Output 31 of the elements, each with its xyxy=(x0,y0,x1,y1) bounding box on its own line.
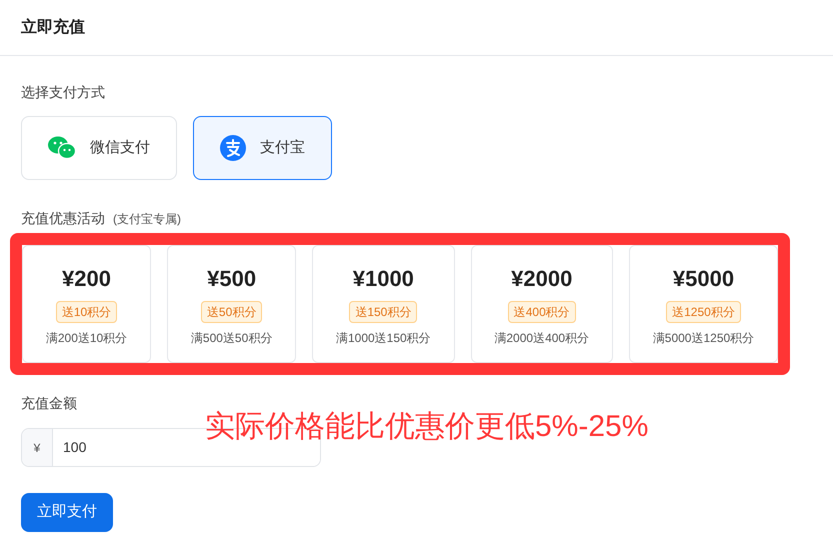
alipay-icon xyxy=(220,135,246,161)
offer-description: 满1000送150积分 xyxy=(336,330,431,346)
chat-bubbles-icon xyxy=(48,136,76,160)
price: ¥1000 xyxy=(352,264,414,292)
section-label: 选择支付方式 xyxy=(21,83,105,102)
bonus-tag: 送10积分 xyxy=(56,300,118,322)
offer-description: 满2000送400积分 xyxy=(494,330,590,346)
section-note: (支付宝专属) xyxy=(113,211,181,228)
recharge-option-card[interactable]: ¥1000 送150积分 满1000送150积分 xyxy=(312,245,455,363)
bonus-tag: 送400积分 xyxy=(508,300,576,322)
pay-button[interactable]: 立即支付 xyxy=(21,493,113,532)
section-label: 充值优惠活动 xyxy=(21,209,105,228)
offer-description: 满5000送1250积分 xyxy=(652,330,754,346)
price: ¥500 xyxy=(207,264,256,292)
section-label: 充值金额 xyxy=(21,394,77,413)
offer-description: 满200送10积分 xyxy=(46,330,128,346)
bonus-tag: 送50积分 xyxy=(200,300,262,322)
price: ¥2000 xyxy=(511,264,572,292)
bonus-tag: 送1250积分 xyxy=(666,300,741,322)
payment-method-button[interactable]: 支付宝 xyxy=(193,116,332,180)
offer-description: 满500送50积分 xyxy=(190,330,272,346)
page-title: 立即充值 xyxy=(21,17,85,38)
recharge-option-card[interactable]: ¥500 送50积分 满500送50积分 xyxy=(167,245,296,363)
currency-prefix: ¥ xyxy=(22,429,53,466)
payment-method-button[interactable]: 微信支付 xyxy=(21,116,177,180)
recharge-option-card[interactable]: ¥5000 送1250积分 满5000送1250积分 xyxy=(628,245,778,363)
bonus-tag: 送150积分 xyxy=(349,300,418,322)
recharge-option-card[interactable]: ¥2000 送400积分 满2000送400积分 xyxy=(470,245,613,363)
price: ¥200 xyxy=(62,264,111,292)
recharge-option-card[interactable]: ¥200 送10积分 满200送10积分 xyxy=(22,245,152,363)
price: ¥5000 xyxy=(672,264,734,292)
